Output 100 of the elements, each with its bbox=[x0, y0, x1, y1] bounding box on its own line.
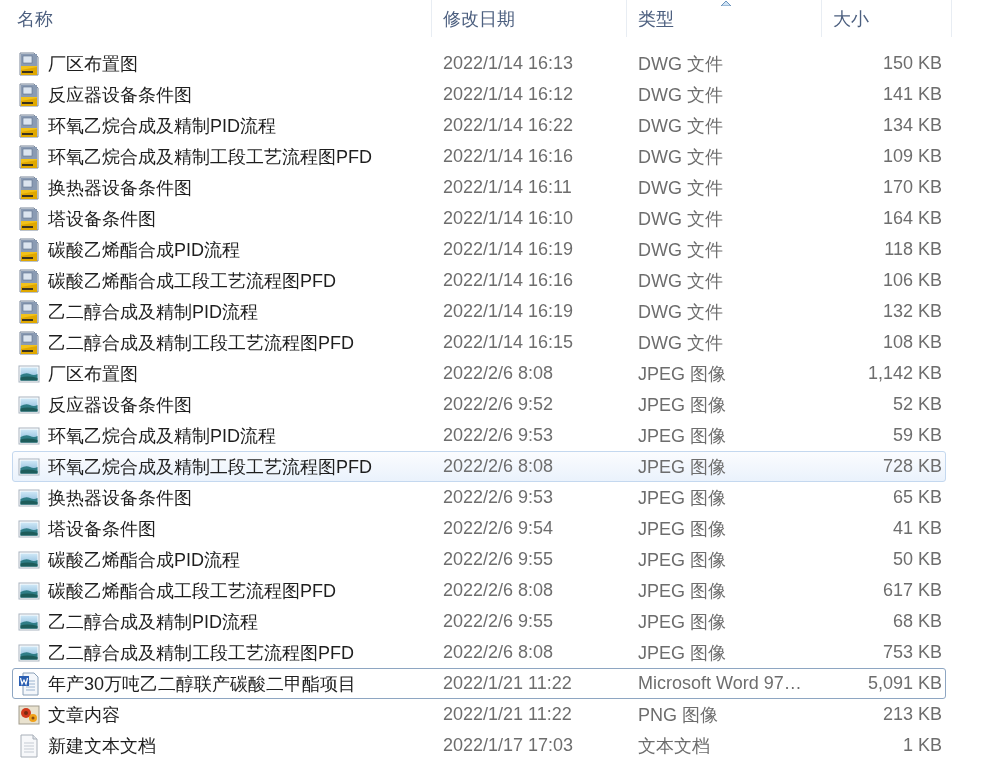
file-type: DWG 文件 bbox=[637, 176, 724, 200]
file-size: 109 KB bbox=[881, 146, 943, 167]
file-type: DWG 文件 bbox=[637, 238, 724, 262]
file-size: 213 KB bbox=[881, 704, 943, 725]
file-name: 乙二醇合成及精制工段工艺流程图PFD bbox=[48, 641, 354, 665]
drawing-file-icon bbox=[18, 175, 40, 200]
file-row[interactable]: 乙二醇合成及精制工段工艺流程图PFD 2022/1/14 16:15 DWG 文件 108 KB bbox=[12, 327, 946, 358]
file-size: 5,091 KB bbox=[866, 673, 943, 694]
column-header[interactable]: 大小 bbox=[822, 0, 952, 37]
file-row[interactable]: 反应器设备条件图 2022/1/14 16:12 DWG 文件 141 KB bbox=[12, 79, 946, 110]
file-type: JPEG 图像 bbox=[637, 424, 727, 448]
file-name: 厂区布置图 bbox=[48, 362, 138, 386]
file-size: 68 KB bbox=[891, 611, 943, 632]
modified-date: 2022/1/14 16:22 bbox=[442, 115, 575, 136]
file-name: 碳酸乙烯酯合成工段工艺流程图PFD bbox=[48, 269, 336, 293]
drawing-file-icon bbox=[18, 330, 40, 355]
drawing-file-icon bbox=[18, 113, 40, 138]
file-size: 141 KB bbox=[881, 84, 943, 105]
sort-arrow-icon bbox=[720, 0, 732, 6]
file-type: JPEG 图像 bbox=[637, 548, 727, 572]
drawing-file-icon bbox=[18, 268, 40, 293]
modified-date: 2022/1/14 16:16 bbox=[442, 270, 575, 291]
file-name: 环氧乙烷合成及精制PID流程 bbox=[48, 114, 276, 138]
modified-date: 2022/2/6 8:08 bbox=[442, 642, 555, 663]
column-header[interactable]: 类型 bbox=[627, 0, 822, 37]
column-header[interactable]: 修改日期 bbox=[432, 0, 627, 37]
column-header[interactable]: 名称 bbox=[0, 0, 432, 37]
file-name: 换热器设备条件图 bbox=[48, 486, 192, 510]
file-size: 59 KB bbox=[891, 425, 943, 446]
file-row[interactable]: 塔设备条件图 2022/2/6 9:54 JPEG 图像 41 KB bbox=[12, 513, 946, 544]
file-type: JPEG 图像 bbox=[637, 579, 727, 603]
drawing-file-icon bbox=[18, 299, 40, 324]
file-row[interactable]: 乙二醇合成及精制工段工艺流程图PFD 2022/2/6 8:08 JPEG 图像 753 KB bbox=[12, 637, 946, 668]
file-row[interactable]: 年产30万吨乙二醇联产碳酸二甲酯项目 2022/1/21 11:22 Microsoft Word 97… 5,091 KB bbox=[12, 668, 946, 699]
file-name: 碳酸乙烯酯合成PID流程 bbox=[48, 548, 240, 572]
file-type: JPEG 图像 bbox=[637, 455, 727, 479]
file-type: JPEG 图像 bbox=[637, 610, 727, 634]
file-size: 150 KB bbox=[881, 53, 943, 74]
modified-date: 2022/2/6 9:52 bbox=[442, 394, 555, 415]
modified-date: 2022/2/6 9:53 bbox=[442, 487, 555, 508]
file-name: 乙二醇合成及精制PID流程 bbox=[48, 300, 258, 324]
file-row[interactable]: 厂区布置图 2022/1/14 16:13 DWG 文件 150 KB bbox=[12, 48, 946, 79]
file-row[interactable]: 文章内容 2022/1/21 11:22 PNG 图像 213 KB bbox=[12, 699, 946, 730]
modified-date: 2022/1/14 16:10 bbox=[442, 208, 575, 229]
file-size: 134 KB bbox=[881, 115, 943, 136]
file-type: DWG 文件 bbox=[637, 145, 724, 169]
drawing-file-icon bbox=[18, 82, 40, 107]
file-name: 环氧乙烷合成及精制工段工艺流程图PFD bbox=[48, 455, 372, 479]
file-row[interactable]: 碳酸乙烯酯合成PID流程 2022/1/14 16:19 DWG 文件 118 KB bbox=[12, 234, 946, 265]
file-row[interactable]: 换热器设备条件图 2022/2/6 9:53 JPEG 图像 65 KB bbox=[12, 482, 946, 513]
file-size: 65 KB bbox=[891, 487, 943, 508]
file-row[interactable]: 厂区布置图 2022/2/6 8:08 JPEG 图像 1,142 KB bbox=[12, 358, 946, 389]
file-size: 164 KB bbox=[881, 208, 943, 229]
file-type: PNG 图像 bbox=[637, 703, 719, 727]
file-size: 50 KB bbox=[891, 549, 943, 570]
drawing-file-icon bbox=[18, 237, 40, 262]
file-size: 106 KB bbox=[881, 270, 943, 291]
word-document-icon bbox=[18, 671, 40, 696]
modified-date: 2022/1/14 16:16 bbox=[442, 146, 575, 167]
file-row[interactable]: 环氧乙烷合成及精制PID流程 2022/1/14 16:22 DWG 文件 134 KB bbox=[12, 110, 946, 141]
modified-date: 2022/2/6 8:08 bbox=[442, 363, 555, 384]
file-name: 厂区布置图 bbox=[48, 52, 138, 76]
modified-date: 2022/1/14 16:11 bbox=[442, 177, 573, 198]
file-size: 617 KB bbox=[881, 580, 943, 601]
file-row[interactable]: 换热器设备条件图 2022/1/14 16:11 DWG 文件 170 KB bbox=[12, 172, 946, 203]
modified-date: 2022/1/14 16:12 bbox=[442, 84, 575, 105]
file-size: 52 KB bbox=[891, 394, 943, 415]
file-row[interactable]: 环氧乙烷合成及精制工段工艺流程图PFD 2022/2/6 8:08 JPEG 图像 728 KB bbox=[12, 451, 946, 482]
modified-date: 2022/1/14 16:19 bbox=[442, 239, 575, 260]
file-row[interactable]: 乙二醇合成及精制PID流程 2022/2/6 9:55 JPEG 图像 68 KB bbox=[12, 606, 946, 637]
file-row[interactable]: 环氧乙烷合成及精制PID流程 2022/2/6 9:53 JPEG 图像 59 KB bbox=[12, 420, 946, 451]
drawing-file-icon bbox=[18, 206, 40, 231]
file-size: 753 KB bbox=[881, 642, 943, 663]
file-type: DWG 文件 bbox=[637, 207, 724, 231]
file-size: 1,142 KB bbox=[866, 363, 943, 384]
file-row[interactable]: 环氧乙烷合成及精制工段工艺流程图PFD 2022/1/14 16:16 DWG 文件 109 KB bbox=[12, 141, 946, 172]
file-name: 文章内容 bbox=[48, 703, 120, 727]
file-size: 170 KB bbox=[881, 177, 943, 198]
file-name: 乙二醇合成及精制工段工艺流程图PFD bbox=[48, 331, 354, 355]
file-row[interactable]: 塔设备条件图 2022/1/14 16:10 DWG 文件 164 KB bbox=[12, 203, 946, 234]
file-row[interactable]: 乙二醇合成及精制PID流程 2022/1/14 16:19 DWG 文件 132 KB bbox=[12, 296, 946, 327]
drawing-file-icon bbox=[18, 144, 40, 169]
file-row[interactable]: 新建文本文档 2022/1/17 17:03 文本文档 1 KB bbox=[12, 730, 946, 761]
file-name: 反应器设备条件图 bbox=[48, 83, 192, 107]
modified-date: 2022/2/6 8:08 bbox=[442, 580, 555, 601]
file-size: 728 KB bbox=[881, 456, 943, 477]
modified-date: 2022/1/21 11:22 bbox=[442, 673, 573, 694]
file-name: 环氧乙烷合成及精制工段工艺流程图PFD bbox=[48, 145, 372, 169]
file-size: 41 KB bbox=[891, 518, 943, 539]
file-type: JPEG 图像 bbox=[637, 641, 727, 665]
file-row[interactable]: 碳酸乙烯酯合成PID流程 2022/2/6 9:55 JPEG 图像 50 KB bbox=[12, 544, 946, 575]
file-name: 反应器设备条件图 bbox=[48, 393, 192, 417]
file-name: 塔设备条件图 bbox=[48, 207, 156, 231]
file-type: DWG 文件 bbox=[637, 331, 724, 355]
file-row[interactable]: 碳酸乙烯酯合成工段工艺流程图PFD 2022/1/14 16:16 DWG 文件 106 KB bbox=[12, 265, 946, 296]
file-type: DWG 文件 bbox=[637, 83, 724, 107]
modified-date: 2022/2/6 9:54 bbox=[442, 518, 555, 539]
file-row[interactable]: 碳酸乙烯酯合成工段工艺流程图PFD 2022/2/6 8:08 JPEG 图像 617 KB bbox=[12, 575, 946, 606]
file-row[interactable]: 反应器设备条件图 2022/2/6 9:52 JPEG 图像 52 KB bbox=[12, 389, 946, 420]
file-name: 年产30万吨乙二醇联产碳酸二甲酯项目 bbox=[48, 672, 357, 696]
